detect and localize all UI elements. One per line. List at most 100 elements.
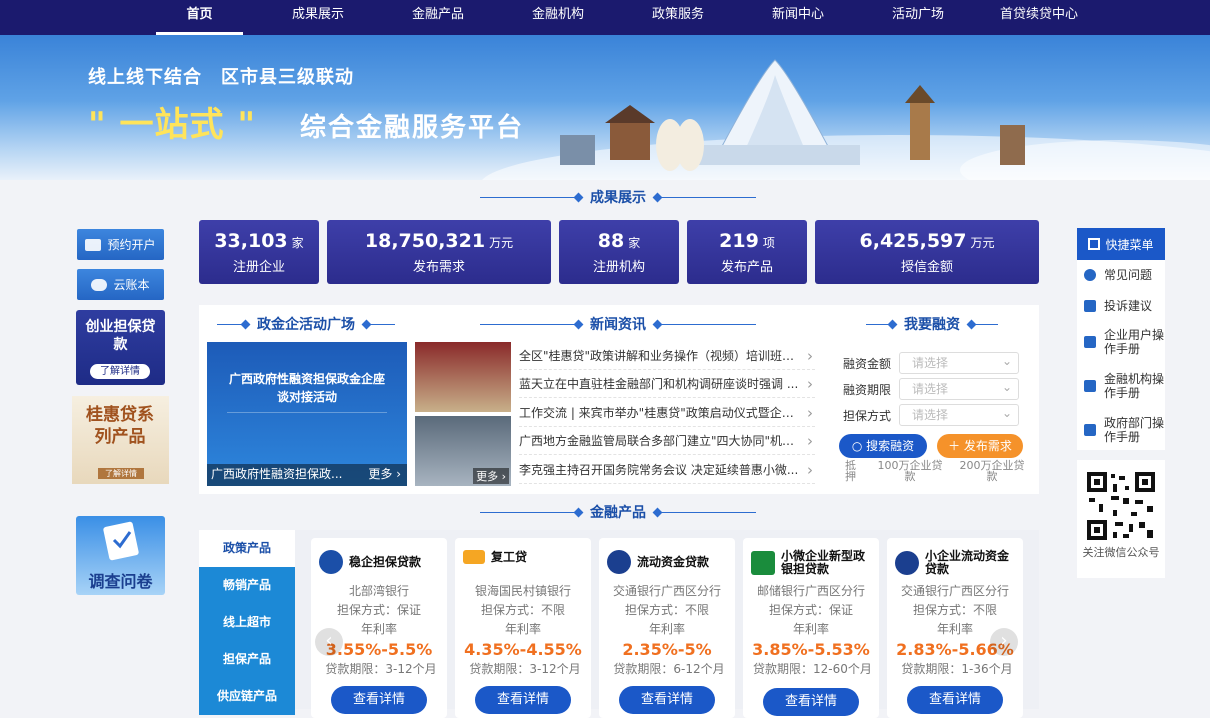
- open-account-button[interactable]: 预约开户: [77, 229, 164, 260]
- products-title-text: 金融产品: [590, 505, 646, 521]
- product-term: 贷款期限：6-12个月: [613, 662, 725, 676]
- news-item[interactable]: 全区"桂惠贷"政策讲解和业务操作（视频）培训班成功举办: [519, 342, 815, 370]
- category-tab-bestselling[interactable]: 畅销产品: [199, 567, 295, 604]
- enterprise-manual-link[interactable]: 企业用户操作手册: [1084, 328, 1164, 356]
- quick-menu-header: 快捷菜单: [1077, 228, 1165, 260]
- news-item[interactable]: 蓝天立在中直驻桂金融部门和机构调研座谈时强调 ...: [519, 370, 815, 398]
- nav-item-home[interactable]: 首页: [156, 0, 243, 35]
- guarantee-method-select[interactable]: 请选择: [899, 403, 1019, 426]
- title-divider: [866, 323, 894, 325]
- poster-caption: 广西政府性融资担保政...: [211, 467, 343, 481]
- financing-amount-select[interactable]: 请选择: [899, 351, 1019, 374]
- results-title-text: 成果展示: [590, 190, 646, 206]
- view-details-button[interactable]: 查看详情: [763, 688, 859, 716]
- category-tab-online-market[interactable]: 线上超市: [199, 604, 295, 641]
- nav-item-loan-center[interactable]: 首贷续贷中心: [990, 0, 1088, 35]
- mail-icon: [1084, 300, 1096, 312]
- institution-manual-link[interactable]: 金融机构操作手册: [1084, 372, 1164, 400]
- nav-item-news[interactable]: 新闻中心: [758, 0, 838, 35]
- bank-logo-icon: [895, 551, 919, 575]
- bank-logo-icon: [751, 551, 775, 575]
- product-rate-label: 年利率: [792, 622, 829, 636]
- nav-item-products[interactable]: 金融产品: [398, 0, 478, 35]
- news-item[interactable]: 工作交流 | 来宾市举办"桂惠贷"政策启动仪式暨企业...: [519, 399, 815, 427]
- wechat-box: 关注微信公众号: [1077, 460, 1165, 578]
- product-bank: 交通银行广西区分行: [612, 584, 721, 598]
- search-financing-button[interactable]: ○ 搜索融资: [839, 434, 927, 458]
- product-name: 流动资金贷款: [637, 554, 710, 569]
- product-guarantee: 担保方式：不限: [480, 603, 565, 617]
- stat-unit: 万元: [489, 236, 514, 250]
- startup-loan-promo[interactable]: 创业担保贷款 了解详情: [76, 310, 165, 385]
- news-item[interactable]: 李克强主持召开国务院常务会议 决定延续普惠小微...: [519, 456, 815, 484]
- activity-poster[interactable]: 广西政府性融资担保政金企座谈对接活动 广西政府性融资担保政... 更多 ›: [207, 342, 407, 486]
- publish-demand-button[interactable]: ＋ 发布需求: [937, 434, 1023, 458]
- news-item[interactable]: 广西地方金融监管局联合多部门建立"四大协同"机制...: [519, 427, 815, 455]
- grid-icon: [1088, 238, 1101, 250]
- product-rate: 4.35%-4.55%: [464, 640, 582, 659]
- nav-item-policy[interactable]: 政策服务: [638, 0, 718, 35]
- news-thumbnail[interactable]: 更多 ›: [415, 416, 511, 486]
- product-guarantee: 担保方式：不限: [912, 603, 997, 617]
- hero-banner: 线上线下结合 区市县三级联动 " 一站式 " 综合金融服务平台: [0, 35, 1210, 180]
- poster-title: 广西政府性融资担保政金企座谈对接活动: [228, 372, 385, 404]
- stat-value: 18,750,321: [364, 230, 486, 252]
- poster-more-link[interactable]: 更多 ›: [368, 465, 401, 482]
- quick-menu-title: 快捷菜单: [1105, 237, 1154, 252]
- product-rate: 2.35%-5%: [622, 640, 712, 659]
- product-guarantee: 担保方式：保证: [768, 603, 853, 617]
- category-tab-supply-chain[interactable]: 供应链产品: [199, 678, 295, 715]
- title-divider: [480, 196, 580, 198]
- complaint-link[interactable]: 投诉建议: [1084, 299, 1164, 313]
- view-details-button[interactable]: 查看详情: [619, 686, 715, 714]
- news-more-link[interactable]: 更多 ›: [473, 468, 509, 484]
- tag-mortgage[interactable]: 抵押: [845, 460, 859, 482]
- survey-button[interactable]: 调查问卷: [76, 516, 165, 595]
- product-rate-label: 年利率: [504, 622, 541, 636]
- tag-loan-2m[interactable]: 200万企业贷款: [955, 460, 1029, 482]
- nav-item-activities[interactable]: 活动广场: [878, 0, 958, 35]
- financing-term-select[interactable]: 请选择: [899, 377, 1019, 400]
- nav-item-results[interactable]: 成果展示: [278, 0, 358, 35]
- document-icon: [1084, 380, 1096, 392]
- product-term: 贷款期限：1-36个月: [901, 662, 1013, 676]
- title-divider: [480, 511, 580, 513]
- guihuidai-more: 了解详情: [98, 468, 144, 479]
- stat-credit-amount: 6,425,597 万元 授信金额: [815, 220, 1039, 284]
- activity-section-title: 政金企活动广场: [213, 315, 399, 333]
- cloud-ledger-label: 云账本: [113, 278, 150, 292]
- finance-section-title: 我要融资: [862, 315, 1002, 333]
- cloud-ledger-button[interactable]: 云账本: [77, 269, 164, 300]
- product-card: 小微企业新型政银担贷款 邮储银行广西区分行 担保方式：保证 年利率 3.85%-5…: [743, 538, 879, 718]
- product-guarantee: 担保方式：保证: [336, 603, 421, 617]
- guihuidai-promo[interactable]: 桂惠贷系列产品 了解详情: [72, 396, 169, 484]
- category-tab-policy[interactable]: 政策产品: [199, 530, 295, 567]
- bank-logo-icon: [463, 550, 485, 564]
- title-divider: [480, 323, 580, 325]
- title-divider: [365, 323, 395, 325]
- faq-label: 常见问题: [1104, 268, 1153, 282]
- document-icon: [1084, 336, 1096, 348]
- product-name: 小微企业新型政银担贷款: [781, 549, 866, 576]
- carousel-prev-icon[interactable]: ‹: [315, 628, 343, 656]
- government-manual-link[interactable]: 政府部门操作手册: [1084, 416, 1164, 444]
- card-icon: [85, 238, 102, 251]
- view-details-button[interactable]: 查看详情: [907, 686, 1003, 714]
- finance-title-text: 我要融资: [904, 317, 960, 333]
- product-rate-label: 年利率: [648, 622, 685, 636]
- wechat-caption: 关注微信公众号: [1082, 546, 1160, 559]
- view-details-button[interactable]: 查看详情: [475, 686, 571, 714]
- faq-link[interactable]: 常见问题: [1084, 268, 1164, 282]
- tag-loan-1m[interactable]: 100万企业贷款: [874, 460, 946, 482]
- complaint-label: 投诉建议: [1104, 299, 1153, 313]
- stat-registered-companies: 33,103 家 注册企业: [199, 220, 319, 284]
- news-thumbnail[interactable]: [415, 342, 511, 412]
- nav-item-institutions[interactable]: 金融机构: [518, 0, 598, 35]
- carousel-next-icon[interactable]: ›: [990, 628, 1018, 656]
- stat-unit: 万元: [970, 236, 995, 250]
- stat-unit: 家: [291, 236, 304, 250]
- category-tab-guarantee[interactable]: 担保产品: [199, 641, 295, 678]
- view-details-button[interactable]: 查看详情: [331, 686, 427, 714]
- plus-icon: ＋: [948, 439, 961, 453]
- product-rate: 3.85%-5.53%: [752, 640, 870, 659]
